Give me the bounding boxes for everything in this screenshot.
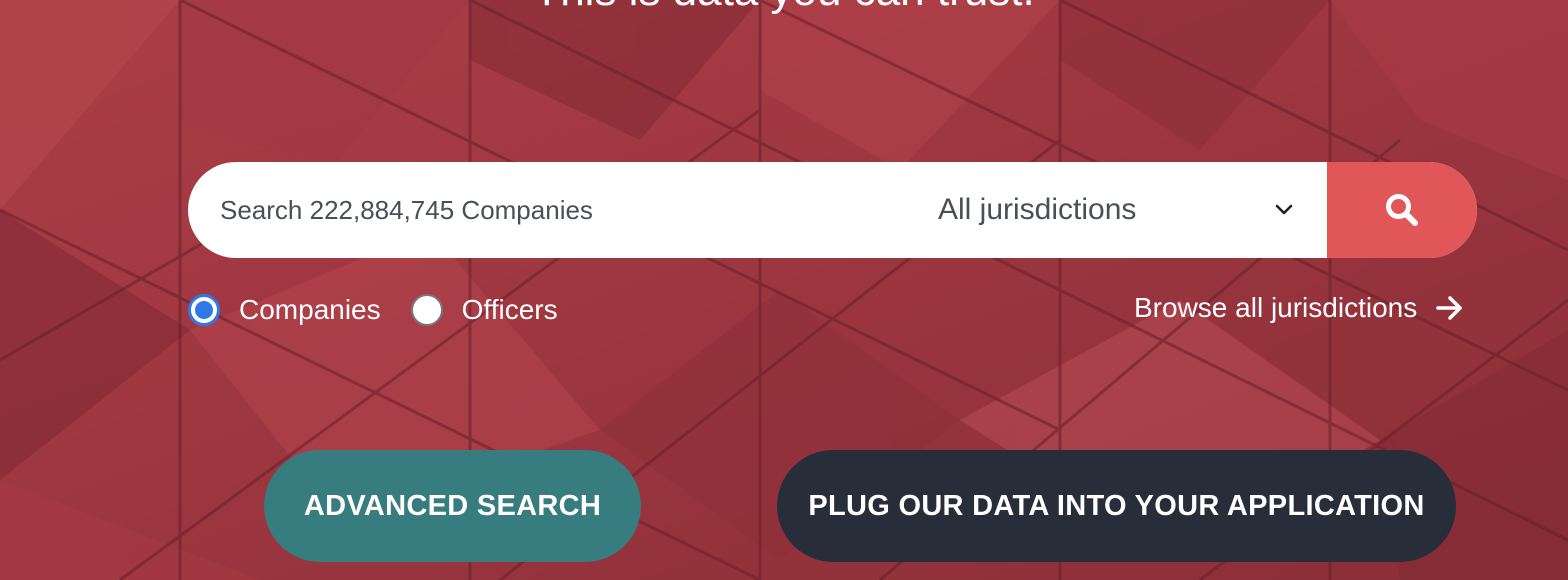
jurisdiction-select[interactable]: All jurisdictions [938, 162, 1328, 258]
hero-tagline: This is data you can trust. [0, 0, 1568, 16]
advanced-search-label: ADVANCED SEARCH [303, 489, 602, 522]
officers-radio[interactable] [410, 294, 443, 326]
companies-radio-label: Companies [239, 294, 381, 325]
search-type-radio-group: Companies Officers [188, 288, 588, 332]
jurisdiction-selected-value: All jurisdictions [938, 193, 1137, 226]
api-cta-button[interactable]: PLUG OUR DATA INTO YOUR APPLICATION [777, 450, 1456, 562]
officers-radio-label: Officers [461, 294, 558, 325]
api-cta-label: PLUG OUR DATA INTO YOUR APPLICATION [808, 489, 1425, 522]
company-search-input[interactable] [188, 162, 908, 258]
companies-radio[interactable] [188, 294, 220, 326]
search-bar: All jurisdictions [188, 162, 1477, 258]
arrow-right-icon [1436, 296, 1462, 320]
radio-option-companies[interactable]: Companies [188, 294, 381, 326]
search-button[interactable] [1327, 162, 1477, 258]
advanced-search-button[interactable]: ADVANCED SEARCH [264, 450, 641, 562]
radio-option-officers[interactable]: Officers [410, 294, 558, 326]
search-icon [1386, 194, 1418, 226]
browse-jurisdictions-link[interactable]: Browse all jurisdictions [1134, 288, 1465, 328]
browse-jurisdictions-label: Browse all jurisdictions [1134, 292, 1418, 323]
chevron-down-icon [1275, 204, 1293, 215]
